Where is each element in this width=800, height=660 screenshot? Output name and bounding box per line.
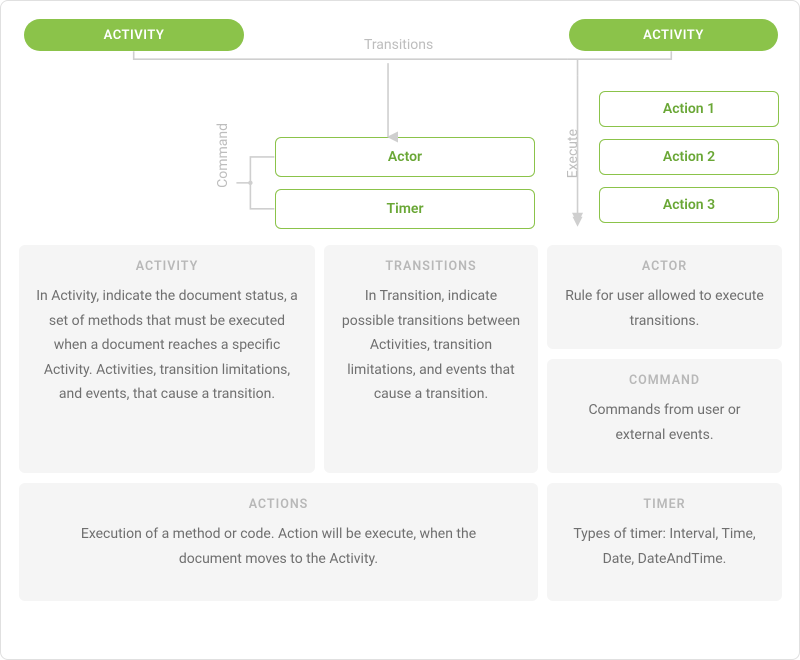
card-activity: ACTIVITY In Activity, indicate the docum…: [19, 245, 315, 473]
action3-box: Action 3: [599, 187, 779, 223]
activity-left-pill: ACTIVITY: [24, 19, 244, 51]
command-label: Command: [215, 123, 231, 188]
card-actor-body: Rule for user allowed to execute transit…: [563, 284, 766, 333]
card-actions-body: Execution of a method or code. Action wi…: [35, 522, 522, 571]
transitions-label: Transitions: [364, 37, 433, 53]
card-activity-title: ACTIVITY: [35, 259, 299, 274]
card-command-title: COMMAND: [563, 373, 766, 388]
timer-box: Timer: [275, 189, 535, 229]
card-transitions: TRANSITIONS In Transition, indicate poss…: [324, 245, 538, 473]
diagram-area: ACTIVITY ACTIVITY Actor Timer Action 1 A…: [19, 19, 781, 237]
action2-box: Action 2: [599, 139, 779, 175]
card-timer: TIMER Types of timer: Interval, Time, Da…: [547, 483, 782, 601]
card-transitions-title: TRANSITIONS: [340, 259, 522, 274]
diagram-frame: ACTIVITY ACTIVITY Actor Timer Action 1 A…: [0, 0, 800, 660]
card-timer-body: Types of timer: Interval, Time, Date, Da…: [563, 522, 766, 571]
execute-label: Execute: [565, 129, 581, 178]
card-timer-title: TIMER: [563, 497, 766, 512]
actor-box: Actor: [275, 137, 535, 177]
activity-right-pill: ACTIVITY: [569, 19, 778, 51]
card-command: COMMAND Commands from user or external e…: [547, 359, 782, 473]
card-activity-body: In Activity, indicate the document statu…: [35, 284, 299, 407]
card-actions-title: ACTIONS: [35, 497, 522, 512]
card-actor-title: ACTOR: [563, 259, 766, 274]
card-actor: ACTOR Rule for user allowed to execute t…: [547, 245, 782, 349]
card-actions: ACTIONS Execution of a method or code. A…: [19, 483, 538, 601]
card-command-body: Commands from user or external events.: [563, 398, 766, 447]
card-transitions-body: In Transition, indicate possible transit…: [340, 284, 522, 407]
action1-box: Action 1: [599, 91, 779, 127]
